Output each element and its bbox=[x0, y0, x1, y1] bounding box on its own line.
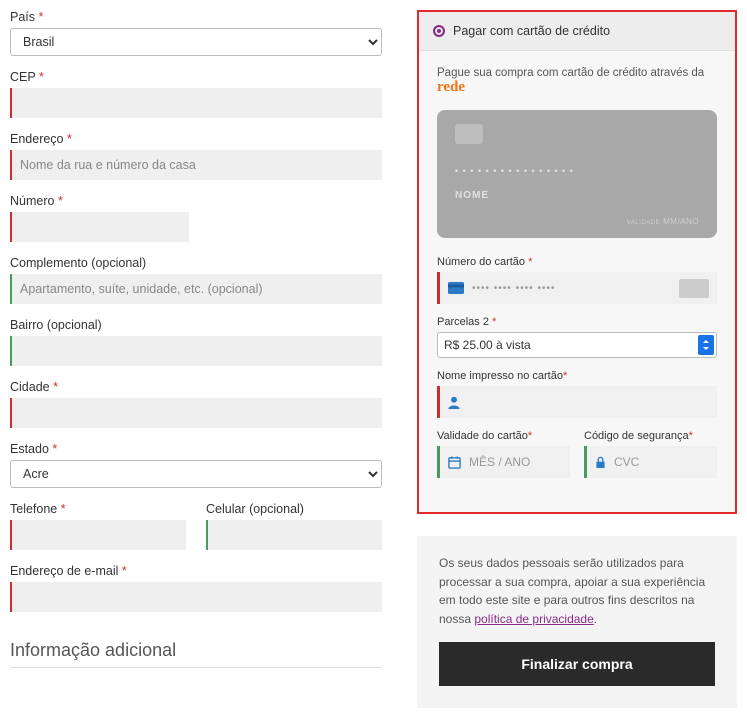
input-neighborhood[interactable] bbox=[10, 336, 382, 366]
field-phone: Telefone * bbox=[10, 502, 186, 550]
card-brand-placeholder bbox=[679, 279, 709, 298]
select-state[interactable]: Acre bbox=[10, 460, 382, 488]
input-mobile[interactable] bbox=[206, 520, 382, 550]
field-mobile: Celular (opcional) bbox=[206, 502, 382, 550]
label-cep: CEP * bbox=[10, 70, 382, 84]
privacy-policy-link[interactable]: política de privacidade bbox=[474, 612, 593, 626]
user-icon bbox=[448, 396, 460, 409]
label-card-number: Número do cartão * bbox=[437, 256, 717, 268]
input-name-on-card[interactable] bbox=[437, 386, 717, 418]
field-country: País * Brasil bbox=[10, 10, 382, 56]
input-card-number[interactable]: •••• •••• •••• •••• bbox=[437, 272, 717, 304]
label-city: Cidade * bbox=[10, 380, 382, 394]
input-address[interactable] bbox=[10, 150, 382, 180]
privacy-box: Os seus dados pessoais serão utilizados … bbox=[417, 536, 737, 708]
payment-method-option[interactable]: Pagar com cartão de crédito bbox=[419, 12, 735, 51]
input-phone[interactable] bbox=[10, 520, 186, 550]
credit-card-icon bbox=[448, 282, 464, 294]
input-email[interactable] bbox=[10, 582, 382, 612]
field-complement: Complemento (opcional) bbox=[10, 256, 382, 304]
label-phone: Telefone * bbox=[10, 502, 186, 516]
field-installments: Parcelas 2 * R$ 25.00 à vista bbox=[437, 316, 717, 358]
label-mobile: Celular (opcional) bbox=[206, 502, 382, 516]
field-city: Cidade * bbox=[10, 380, 382, 428]
additional-info-heading: Informação adicional bbox=[10, 640, 382, 661]
card-name-preview: NOME bbox=[455, 190, 699, 201]
input-complement[interactable] bbox=[10, 274, 382, 304]
radio-selected-icon bbox=[433, 25, 445, 37]
label-complement: Complemento (opcional) bbox=[10, 256, 382, 270]
field-card-number: Número do cartão * •••• •••• •••• •••• bbox=[437, 256, 717, 304]
divider bbox=[10, 667, 382, 668]
select-country[interactable]: Brasil bbox=[10, 28, 382, 56]
label-state: Estado * bbox=[10, 442, 382, 456]
payment-method-title: Pagar com cartão de crédito bbox=[453, 24, 610, 38]
field-cep: CEP * bbox=[10, 70, 382, 118]
rede-logo: rede bbox=[437, 79, 465, 95]
input-expiry[interactable]: MÊS / ANO bbox=[437, 446, 570, 478]
billing-form: País * Brasil CEP * Endereço * Número * … bbox=[10, 10, 382, 708]
label-expiry: Validade do cartão* bbox=[437, 430, 570, 442]
finalize-purchase-button[interactable]: Finalizar compra bbox=[439, 642, 715, 686]
input-cep[interactable] bbox=[10, 88, 382, 118]
field-address: Endereço * bbox=[10, 132, 382, 180]
chip-icon bbox=[455, 124, 483, 144]
field-neighborhood: Bairro (opcional) bbox=[10, 318, 382, 366]
field-expiry: Validade do cartão* MÊS / ANO bbox=[437, 430, 570, 478]
calendar-icon bbox=[448, 456, 461, 469]
field-number: Número * bbox=[10, 194, 189, 242]
field-cvc: Código de segurança* CVC bbox=[584, 430, 717, 478]
label-name-on-card: Nome impresso no cartão* bbox=[437, 370, 717, 382]
payment-box: Pagar com cartão de crédito Pague sua co… bbox=[417, 10, 737, 514]
label-address: Endereço * bbox=[10, 132, 382, 146]
label-neighborhood: Bairro (opcional) bbox=[10, 318, 382, 332]
label-country: País * bbox=[10, 10, 382, 24]
card-number-preview: • • • • • • • • • • • • • • • • bbox=[455, 166, 699, 176]
card-expiry-preview: VALIDADEMM/ANO bbox=[627, 217, 699, 226]
field-email: Endereço de e-mail * bbox=[10, 564, 382, 612]
label-number: Número * bbox=[10, 194, 189, 208]
select-installments[interactable]: R$ 25.00 à vista bbox=[437, 332, 717, 358]
field-state: Estado * Acre bbox=[10, 442, 382, 488]
label-installments: Parcelas 2 * bbox=[437, 316, 717, 328]
privacy-text: Os seus dados pessoais serão utilizados … bbox=[439, 554, 715, 628]
label-cvc: Código de segurança* bbox=[584, 430, 717, 442]
label-email: Endereço de e-mail * bbox=[10, 564, 382, 578]
payment-description: Pague sua compra com cartão de crédito a… bbox=[437, 67, 717, 96]
input-number[interactable] bbox=[10, 212, 189, 242]
lock-icon bbox=[595, 456, 606, 469]
input-cvc[interactable]: CVC bbox=[584, 446, 717, 478]
card-illustration: • • • • • • • • • • • • • • • • NOME VAL… bbox=[437, 110, 717, 238]
input-city[interactable] bbox=[10, 398, 382, 428]
chevron-updown-icon bbox=[698, 335, 714, 355]
field-name-on-card: Nome impresso no cartão* bbox=[437, 370, 717, 418]
